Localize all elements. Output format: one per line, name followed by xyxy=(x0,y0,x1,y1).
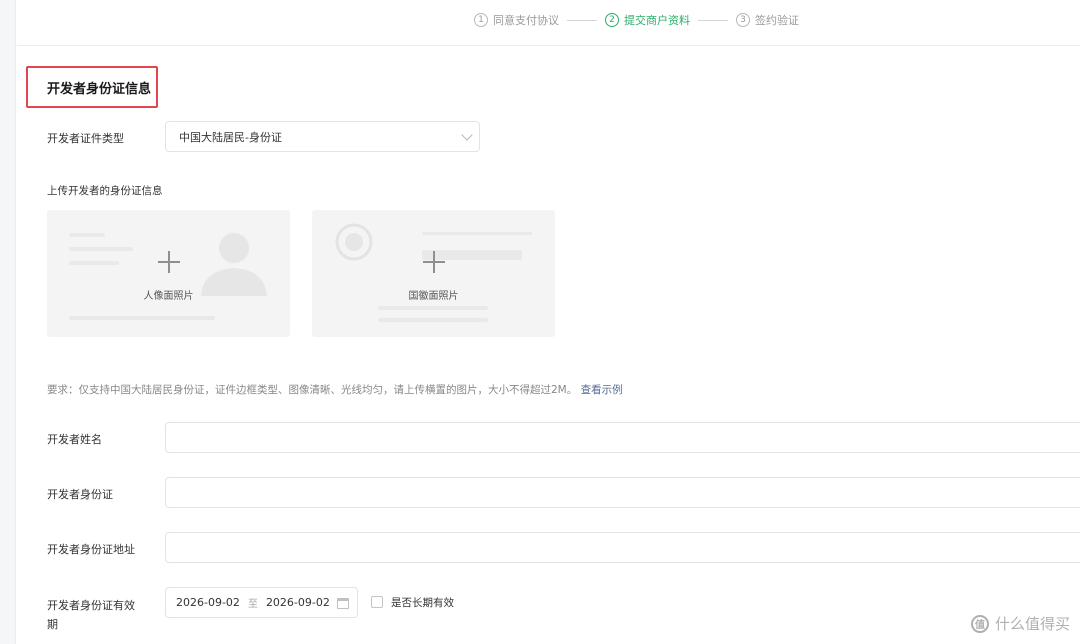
step-agree-protocol: 1 同意支付协议 xyxy=(474,12,559,28)
calendar-icon xyxy=(337,598,349,609)
developer-id-input[interactable] xyxy=(165,477,1080,508)
step-sign-verify: 3 签约验证 xyxy=(736,12,799,28)
validity-label-line2: 期 xyxy=(47,618,58,631)
watermark-text: 什么值得买 xyxy=(994,615,1070,633)
watermark-logo-icon: 值 xyxy=(970,614,989,633)
header-divider xyxy=(17,45,1080,46)
date-end[interactable]: 2026-09-02 xyxy=(266,596,330,609)
developer-name-input[interactable] xyxy=(165,422,1080,453)
watermark: 值 什么值得买 xyxy=(970,613,1070,634)
step-label: 签约验证 xyxy=(755,14,799,27)
date-separator: 至 xyxy=(247,599,258,610)
section-title-text: 开发者身份证信息 xyxy=(47,81,152,97)
plus-icon xyxy=(157,251,180,273)
developer-address-input[interactable] xyxy=(165,532,1080,563)
left-sidebar-strip xyxy=(0,0,16,644)
progress-stepper: 1 同意支付协议 2 提交商户资料 3 签约验证 xyxy=(474,10,799,30)
long-term-label: 是否长期有效 xyxy=(391,597,454,609)
step-label: 提交商户资料 xyxy=(624,14,690,27)
step-number: 2 xyxy=(605,13,619,27)
step-submit-info: 2 提交商户资料 xyxy=(605,12,690,28)
validity-label-line1: 开发者身份证有效 xyxy=(47,599,135,612)
id-back-upload[interactable]: 国徽面照片 xyxy=(312,210,555,337)
front-caption: 人像面照片 xyxy=(143,291,194,302)
step-number: 1 xyxy=(474,13,488,27)
id-front-upload[interactable]: 人像面照片 xyxy=(47,210,290,337)
step-label: 同意支付协议 xyxy=(493,14,559,27)
upload-label: 上传开发者的身份证信息 xyxy=(47,185,163,197)
emblem-icon xyxy=(335,223,373,261)
view-example-link[interactable]: 查看示例 xyxy=(581,384,623,396)
step-connector xyxy=(567,19,597,21)
developer-id-label: 开发者身份证 xyxy=(47,488,113,501)
id-type-select[interactable]: 中国大陆居民-身份证 xyxy=(165,121,480,152)
section-title: 开发者身份证信息 xyxy=(26,66,158,108)
requirement-text: 要求：仅支持中国大陆居民身份证，证件边框类型、图像清晰、光线均匀，请上传横置的图… xyxy=(47,384,578,396)
developer-name-label: 开发者姓名 xyxy=(47,433,102,446)
chevron-down-icon xyxy=(461,129,473,141)
validity-date-range[interactable]: 2026-09-02 至 2026-09-02 xyxy=(165,587,358,618)
validity-label: 开发者身份证有效 期 xyxy=(47,596,135,634)
upload-requirement: 要求：仅支持中国大陆居民身份证，证件边框类型、图像清晰、光线均匀，请上传横置的图… xyxy=(47,382,623,397)
id-type-value: 中国大陆居民-身份证 xyxy=(179,130,282,144)
step-connector xyxy=(698,19,728,21)
long-term-checkbox[interactable] xyxy=(371,596,383,608)
back-caption: 国徽面照片 xyxy=(408,291,459,302)
plus-icon xyxy=(422,251,445,273)
date-start[interactable]: 2026-09-02 xyxy=(176,596,240,609)
step-number: 3 xyxy=(736,13,750,27)
id-type-label: 开发者证件类型 xyxy=(47,132,124,145)
developer-address-label: 开发者身份证地址 xyxy=(47,543,135,556)
